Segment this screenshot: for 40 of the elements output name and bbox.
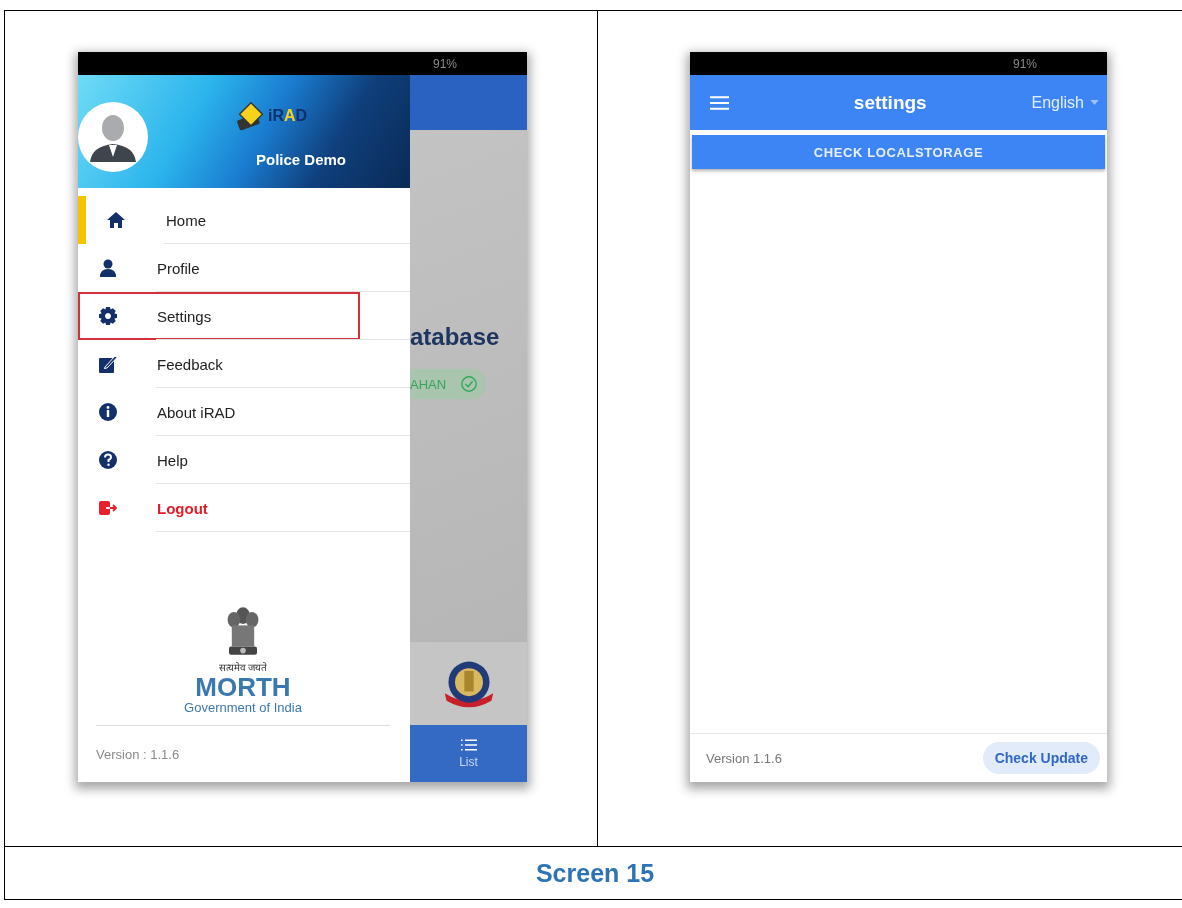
motto-text: सत्यमेव जयते: [218, 661, 268, 674]
menu-item[interactable]: Feedback: [78, 340, 410, 388]
version-text: Version 1.1.6: [706, 750, 782, 766]
screen-title: settings: [852, 91, 928, 114]
menu-item[interactable]: Profile: [78, 244, 410, 292]
road-sign-icon: [236, 101, 266, 131]
info-icon: [98, 402, 118, 422]
check-circle-icon: [460, 375, 479, 393]
person-icon: [98, 258, 118, 278]
menu-icon[interactable]: [710, 95, 729, 110]
organization-title: MORTH: [195, 674, 291, 700]
user-name: Police Demo: [256, 151, 347, 168]
menu-item[interactable]: Help: [78, 436, 410, 484]
battery-text: 91%: [432, 56, 457, 71]
battery-text: 91%: [1012, 56, 1037, 71]
logout-icon: [98, 498, 118, 518]
list-icon: [460, 738, 477, 751]
caret-icon: [1090, 100, 1099, 105]
settings-icon: [98, 306, 118, 326]
home-icon: [106, 210, 126, 230]
list-tab[interactable]: List: [410, 725, 527, 782]
menu-item-label: Help: [157, 451, 188, 469]
edit-icon: [98, 354, 118, 374]
organization-subtitle: Government of India: [184, 700, 302, 715]
menu-item-label: About iRAD: [157, 403, 236, 421]
menu-item-label: Profile: [157, 259, 200, 277]
avatar-icon: [78, 102, 148, 172]
menu-item[interactable]: About iRAD: [78, 388, 410, 436]
check-update-button[interactable]: Check Update: [982, 742, 1100, 774]
help-icon: [98, 450, 118, 470]
menu-item-label: Home: [166, 211, 206, 229]
menu-item-label: Logout: [157, 499, 208, 517]
menu-item-label: Settings: [157, 307, 212, 325]
page-heading: atabase: [410, 323, 500, 351]
app-logo-text: iRAD: [268, 107, 308, 125]
menu-item[interactable]: Logout: [78, 484, 410, 532]
version-text: Version : 1.1.6: [95, 745, 181, 764]
menu-item-label: Feedback: [157, 355, 223, 373]
status-chip: AHAN: [410, 369, 487, 399]
screen-caption: Screen 15: [535, 858, 655, 888]
